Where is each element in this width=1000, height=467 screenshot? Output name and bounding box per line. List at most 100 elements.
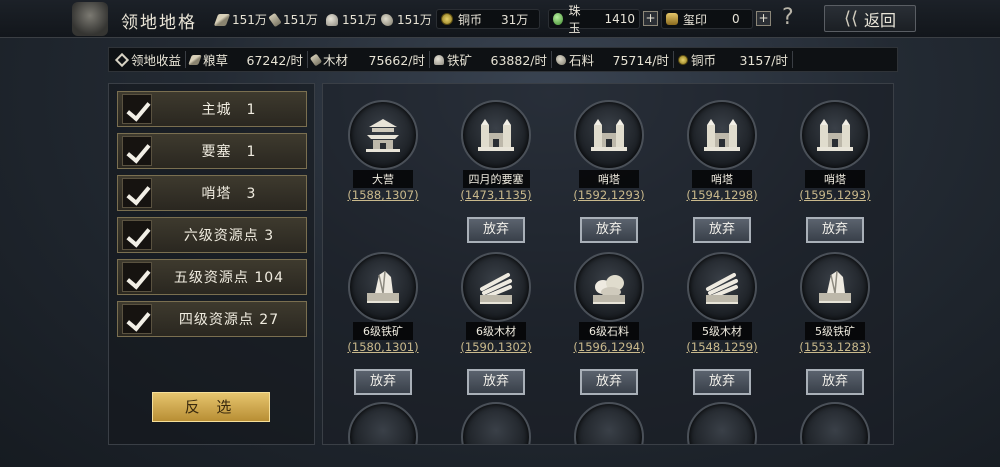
income-wood-value: 75662/时 [368,53,426,68]
iron-resource: 151万 [326,11,377,28]
resource-icon [687,402,757,444]
abandon-button[interactable]: 放弃 [693,369,751,395]
income-grain: 粮草 67242/时 [188,50,304,69]
iron-icon [434,54,445,65]
wood-icon [309,53,323,66]
grain-icon [213,13,231,26]
abandon-button[interactable]: 放弃 [693,217,751,243]
help-button[interactable]: ? [782,5,794,30]
page-title: 领地地格 [121,13,197,33]
filter-main-city[interactable]: 主城 1 [117,91,307,127]
tile-card-partial[interactable] [800,402,870,444]
tile-card[interactable]: 大营 (1588,1307) [333,100,433,240]
camp-icon [348,100,418,170]
tile-name-text: 5级铁矿 [805,322,865,340]
tile-coord-link[interactable]: (1580,1301) [333,340,433,354]
tile-coord-link[interactable]: (1596,1294) [559,340,659,354]
income-copper-value: 3157/时 [739,53,789,68]
abandon-button[interactable]: 放弃 [467,217,525,243]
tile-coord-link[interactable]: (1594,1298) [672,188,772,202]
jade-icon [553,13,564,25]
tile-card-partial[interactable] [348,402,418,444]
tile-name: 5级铁矿 [785,322,885,340]
filter-label: 哨塔 3 [201,186,257,202]
seal-box: 玺印 0 [661,9,753,29]
abandon-button[interactable]: 放弃 [580,369,638,395]
iron-amount: 151万 [342,13,377,27]
divider [792,51,794,68]
copper-amount: 31万 [501,12,529,27]
divider [673,51,675,68]
tile-coord-link[interactable]: (1553,1283) [785,340,885,354]
income-stone-value: 75714/时 [612,53,670,68]
tile-name-text: 哨塔 [805,170,865,188]
tile-name-text: 6级石料 [579,322,639,340]
tile-coord-link[interactable]: (1595,1293) [785,188,885,202]
tile-card[interactable]: 6级石料 (1596,1294) 放弃 [559,252,659,395]
tile-name: 大营 [333,170,433,188]
abandon-button[interactable]: 放弃 [806,217,864,243]
wood-icon [268,12,282,27]
tile-card[interactable]: 哨塔 (1592,1293) 放弃 [559,100,659,243]
tile-card[interactable]: 哨塔 (1594,1298) 放弃 [672,100,772,243]
income-copper: 铜币 3157/时 [678,50,788,69]
checkbox[interactable] [122,94,152,124]
tile-card[interactable]: 四月的要塞 (1473,1135) 放弃 [446,100,546,243]
tile-card[interactable]: 6级铁矿 (1580,1301) 放弃 [333,252,433,395]
abandon-button[interactable]: 放弃 [806,369,864,395]
tile-card-partial[interactable] [461,402,531,444]
resource-icon [800,402,870,444]
grain-icon [188,54,202,65]
invert-selection-button[interactable]: 反 选 [152,392,270,422]
filter-label: 六级资源点 3 [183,228,275,244]
resource-icon [574,402,644,444]
checkbox[interactable] [122,178,152,208]
stone-icon [556,54,567,65]
filter-label: 要塞 1 [201,144,257,160]
tile-card-partial[interactable] [687,402,757,444]
checkbox[interactable] [122,220,152,250]
tile-name-text: 四月的要塞 [462,170,530,188]
income-wood-label: 木材 [323,53,349,68]
add-seal-button[interactable]: + [756,11,771,26]
filter-level5-resource[interactable]: 五级资源点 104 [117,259,307,295]
copper-icon [441,13,453,25]
filter-watchtower[interactable]: 哨塔 3 [117,175,307,211]
tile-name: 6级石料 [559,322,659,340]
income-title: 领地收益 [131,53,182,68]
checkbox[interactable] [122,304,152,334]
income-iron-label: 铁矿 [447,53,473,68]
tile-card-partial[interactable] [574,402,644,444]
checkbox[interactable] [122,262,152,292]
tile-coord-link[interactable]: (1590,1302) [446,340,546,354]
wood-resource: 151万 [268,11,318,28]
filter-fortress[interactable]: 要塞 1 [117,133,307,169]
tile-coord-link[interactable]: (1473,1135) [446,188,546,202]
back-button[interactable]: ⟨⟨ 返回 [824,5,916,32]
tile-name-text: 6级木材 [466,322,526,340]
tile-coord-link[interactable]: (1548,1259) [672,340,772,354]
abandon-button[interactable]: 放弃 [354,369,412,395]
divider [185,51,187,68]
filter-level6-resource[interactable]: 六级资源点 3 [117,217,307,253]
tile-coord-link[interactable]: (1588,1307) [333,188,433,202]
checkbox[interactable] [122,136,152,166]
tile-card[interactable]: 哨塔 (1595,1293) 放弃 [785,100,885,243]
income-grain-value: 67242/时 [246,53,304,68]
tile-card[interactable]: 5级铁矿 (1553,1283) 放弃 [785,252,885,395]
abandon-button[interactable]: 放弃 [580,217,638,243]
tile-card[interactable]: 5级木材 (1548,1259) 放弃 [672,252,772,395]
abandon-button[interactable]: 放弃 [467,369,525,395]
resource-icon [461,402,531,444]
tile-card[interactable]: 6级木材 (1590,1302) 放弃 [446,252,546,395]
seal-icon [666,13,678,25]
divider [429,51,431,68]
tile-coord-link[interactable]: (1592,1293) [559,188,659,202]
tile-name: 6级木材 [446,322,546,340]
filter-level4-resource[interactable]: 四级资源点 27 [117,301,307,337]
copper-icon [678,54,689,65]
grain-resource: 151万 [213,11,267,28]
add-jade-button[interactable]: + [643,11,658,26]
iron-ore-icon [800,252,870,322]
lumber-icon [461,252,531,322]
